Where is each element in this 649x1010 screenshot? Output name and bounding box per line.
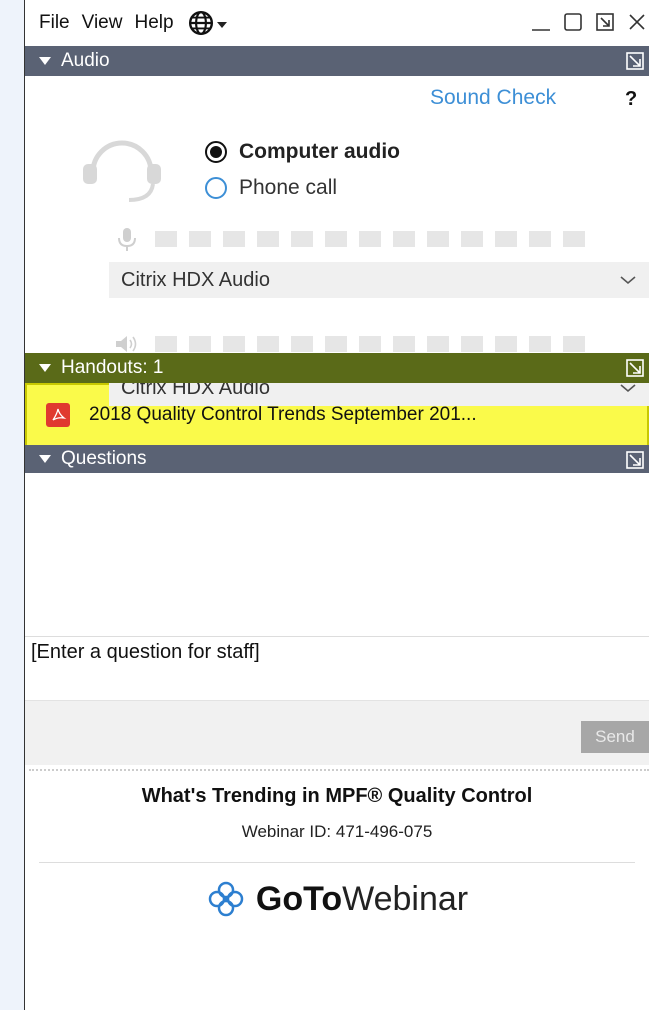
collapse-triangle-icon <box>39 364 51 372</box>
computer-audio-option[interactable]: Computer audio <box>205 140 400 164</box>
headset-icon <box>83 140 161 202</box>
handouts-section-header[interactable]: Handouts: 1 <box>25 353 649 383</box>
webinar-id: Webinar ID: 471-496-075 <box>241 822 433 841</box>
phone-call-label: Phone call <box>239 176 338 199</box>
microphone-device-value: Citrix HDX Audio <box>121 268 270 291</box>
webinar-title: What's Trending in MPF® Quality Control <box>141 785 533 807</box>
questions-log <box>25 473 649 636</box>
questions-section-header[interactable]: Questions <box>25 445 649 473</box>
handout-name: 2018 Quality Control Trends September 20… <box>89 404 477 425</box>
popout-icon[interactable] <box>625 358 645 378</box>
phone-call-radio[interactable] <box>205 177 227 199</box>
handouts-section-title: Handouts: 1 <box>61 357 164 378</box>
divider <box>39 862 635 863</box>
flower-logo-icon <box>208 881 244 917</box>
audio-help-button[interactable]: ? <box>625 88 637 111</box>
footer: What's Trending in MPF® Quality Control … <box>25 785 649 919</box>
divider <box>29 765 649 771</box>
send-bar: Send <box>25 700 649 765</box>
popout-icon[interactable] <box>625 450 645 470</box>
gotowebinar-control-panel: File View Help Audio Sound Check ? Compu… <box>24 0 649 1010</box>
microphone-icon <box>118 228 136 251</box>
brand-webinar: Webinar <box>342 879 469 918</box>
send-button[interactable]: Send <box>581 721 649 753</box>
computer-audio-radio[interactable] <box>205 141 227 163</box>
gotowebinar-logo: GoTo Webinar <box>25 879 649 919</box>
audio-panel: Sound Check ? Computer audio Phone call <box>25 0 649 406</box>
computer-audio-label: Computer audio <box>239 140 400 163</box>
question-input[interactable]: [Enter a question for staff] <box>25 636 649 700</box>
chevron-down-icon <box>620 276 636 285</box>
phone-call-option[interactable]: Phone call <box>205 176 337 200</box>
questions-section-title: Questions <box>61 448 147 469</box>
brand-goto: GoTo <box>255 879 343 918</box>
collapse-triangle-icon <box>39 455 51 463</box>
microphone-device-select[interactable]: Citrix HDX Audio <box>109 262 649 298</box>
microphone-level-meter <box>113 225 597 253</box>
pdf-file-icon <box>46 403 70 427</box>
sound-check-link[interactable]: Sound Check <box>430 86 556 110</box>
